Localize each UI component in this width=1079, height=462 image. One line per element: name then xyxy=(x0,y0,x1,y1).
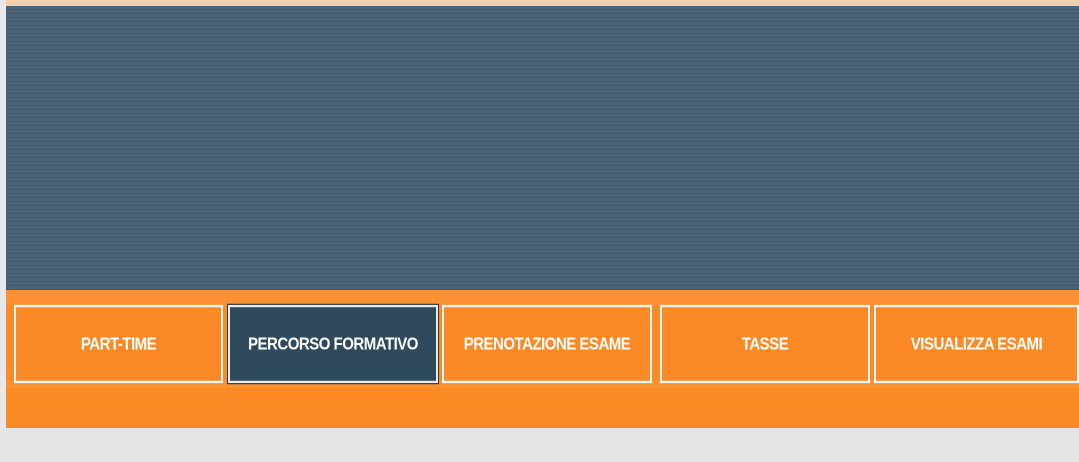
tab-percorso-formativo[interactable]: PERCORSO FORMATIVO xyxy=(227,303,439,385)
tab-part-time[interactable]: PART-TIME xyxy=(14,304,223,384)
main-navigation: PART-TIME PERCORSO FORMATIVO PRENOTAZION… xyxy=(6,290,1079,428)
tab-prenotazione-esame[interactable]: PRENOTAZIONE ESAME xyxy=(442,304,652,384)
page: PART-TIME PERCORSO FORMATIVO PRENOTAZION… xyxy=(0,0,1079,462)
nav-bar-bottom-strip xyxy=(6,390,1079,428)
tab-tasse[interactable]: TASSE xyxy=(660,304,870,384)
header-banner xyxy=(6,6,1079,290)
tab-visualizza-esami[interactable]: VISUALIZZA ESAMI xyxy=(874,304,1079,384)
footer-bar xyxy=(0,428,1079,462)
nav-bar-top-strip xyxy=(6,290,1079,306)
